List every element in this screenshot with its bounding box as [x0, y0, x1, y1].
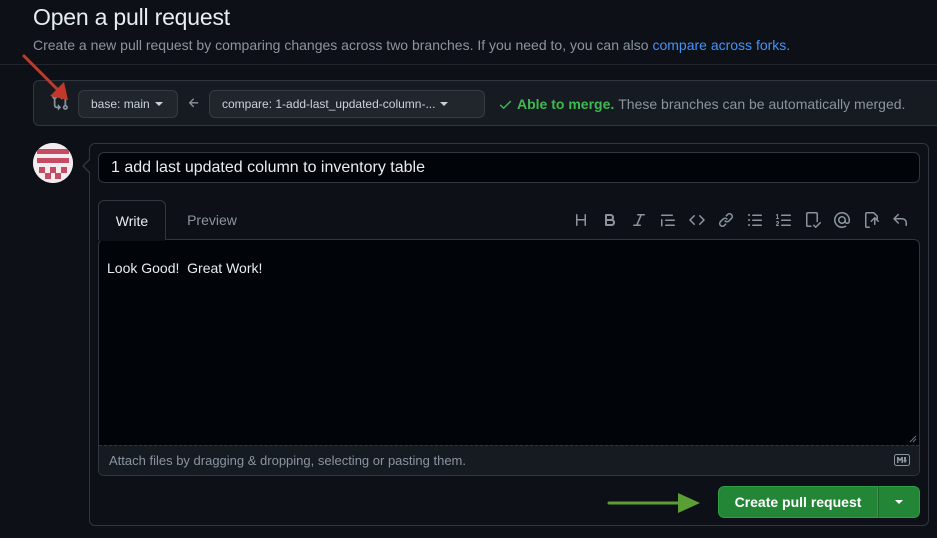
compare-branch-label: compare: 1-add-last_updated-column-... — [222, 97, 436, 111]
bold-icon — [604, 214, 615, 226]
comment-pointer-inner — [84, 159, 91, 173]
identicon-icon — [33, 143, 73, 183]
task-list-icon — [805, 212, 821, 228]
green-annotation-arrow — [607, 493, 700, 513]
subtitle-suffix: . — [786, 37, 791, 53]
attach-files-bar[interactable]: Attach files by dragging & dropping, sel… — [99, 445, 919, 475]
resize-grip-icon[interactable] — [909, 435, 917, 443]
create-pull-request-button[interactable]: Create pull request — [718, 486, 878, 518]
ordered-list-icon — [775, 214, 791, 226]
italic-icon — [632, 214, 645, 226]
pr-title-input[interactable] — [98, 152, 920, 183]
ordered-list-button[interactable] — [769, 208, 798, 232]
link-button[interactable] — [711, 208, 740, 232]
page-title: Open a pull request — [33, 4, 230, 30]
header-divider — [0, 64, 937, 65]
merge-status-label: Able to merge. — [517, 96, 615, 112]
markdown-icon[interactable] — [894, 454, 910, 466]
avatar — [33, 143, 73, 183]
chevron-down-icon — [895, 500, 903, 504]
tab-preview[interactable]: Preview — [172, 200, 252, 240]
attach-files-hint: Attach files by dragging & dropping, sel… — [109, 453, 466, 468]
base-branch-select[interactable]: base: main — [78, 90, 178, 118]
heading-icon — [575, 214, 586, 226]
compare-branch-select[interactable]: compare: 1-add-last_updated-column-... — [209, 90, 485, 118]
subtitle-text: Create a new pull request by comparing c… — [33, 37, 649, 53]
merge-status-detail: These branches can be automatically merg… — [618, 96, 906, 112]
pull-request-page: Open a pull request Create a new pull re… — [0, 0, 937, 538]
markdown-toolbar — [566, 208, 914, 232]
merge-status: Able to merge. These branches can be aut… — [498, 96, 905, 112]
reply-icon — [892, 213, 907, 226]
base-branch-label: base: main — [91, 97, 150, 111]
task-list-button[interactable] — [798, 208, 827, 232]
italic-button[interactable] — [624, 208, 653, 232]
cross-reference-button[interactable] — [856, 208, 885, 232]
unordered-list-button[interactable] — [740, 208, 769, 232]
create-options-dropdown[interactable] — [878, 486, 920, 518]
branch-compare-bar: base: main compare: 1-add-last_updated-c… — [33, 80, 937, 126]
page-subtitle: Create a new pull request by comparing c… — [33, 37, 790, 53]
mention-icon — [833, 212, 850, 228]
comment-editor: Look Good! Great Work! Attach files by d… — [98, 239, 920, 476]
heading-button[interactable] — [566, 208, 595, 232]
chevron-down-icon — [440, 102, 449, 106]
pr-body-textarea[interactable]: Look Good! Great Work! — [99, 248, 919, 446]
arrow-left-icon — [188, 98, 199, 108]
cross-reference-icon — [864, 212, 879, 228]
quote-button[interactable] — [653, 208, 682, 232]
chevron-down-icon — [154, 102, 163, 106]
unordered-list-icon — [747, 214, 762, 226]
code-icon — [688, 214, 705, 226]
code-button[interactable] — [682, 208, 711, 232]
compare-across-forks-link[interactable]: compare across forks — [652, 37, 786, 53]
tab-connector — [99, 238, 165, 241]
quote-icon — [660, 214, 675, 227]
bold-button[interactable] — [595, 208, 624, 232]
create-pull-request-group: Create pull request — [718, 486, 920, 518]
reply-button[interactable] — [885, 208, 914, 232]
red-annotation-arrow — [22, 54, 68, 100]
check-icon — [499, 100, 512, 109]
tab-write[interactable]: Write — [98, 200, 166, 240]
mention-button[interactable] — [827, 208, 856, 232]
link-icon — [718, 212, 733, 228]
